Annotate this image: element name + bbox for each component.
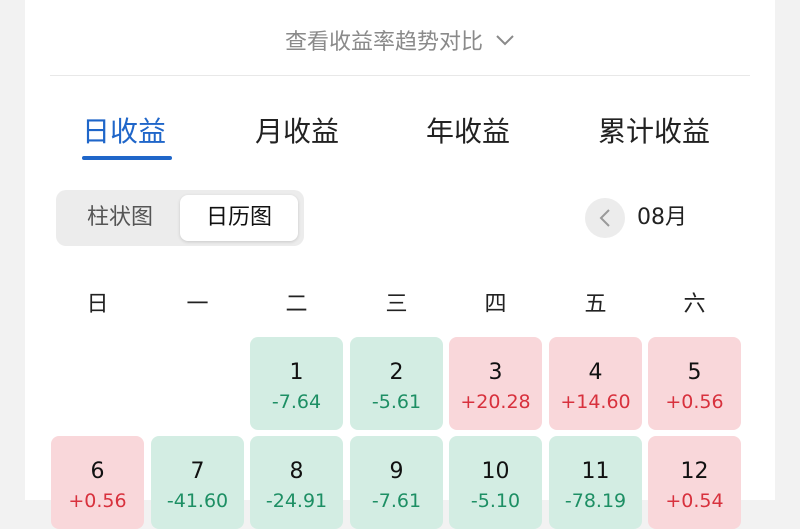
calendar-day-cell[interactable]: 3 +20.28	[449, 337, 542, 430]
day-number: 12	[680, 459, 709, 484]
daily-return-value: +14.60	[560, 391, 631, 413]
calendar-day-cell[interactable]: 7 -41.60	[151, 436, 244, 529]
day-number: 4	[588, 360, 603, 385]
chevron-left-icon	[599, 209, 610, 227]
day-number: 11	[581, 459, 610, 484]
calendar-day-cell[interactable]: 4 +14.60	[549, 337, 642, 430]
trend-compare-link[interactable]: 查看收益率趋势对比	[25, 22, 775, 58]
daily-return-value: +0.56	[68, 490, 127, 512]
tab-daily[interactable]: 日收益	[82, 108, 166, 156]
prev-month-button[interactable]	[585, 198, 625, 238]
calendar-day-cell[interactable]: 2 -5.61	[350, 337, 443, 430]
weekday-label: 四	[484, 292, 507, 317]
tab-cumulative[interactable]: 累计收益	[598, 108, 710, 156]
daily-return-value: -7.61	[371, 490, 422, 512]
calendar-day-cell[interactable]: 6 +0.56	[51, 436, 144, 529]
daily-return-value: +0.54	[665, 490, 724, 512]
daily-return-value: +0.56	[665, 391, 724, 413]
divider	[50, 75, 750, 76]
tab-yearly[interactable]: 年收益	[426, 108, 510, 156]
trend-compare-label: 查看收益率趋势对比	[284, 30, 483, 55]
day-number: 6	[90, 459, 105, 484]
daily-return-value: -5.10	[470, 490, 521, 512]
returns-card: 查看收益率趋势对比 日收益 月收益 年收益 累计收益 柱状图 日历图 08月 日…	[25, 0, 775, 529]
day-number: 2	[389, 360, 404, 385]
view-option-calendar[interactable]: 日历图	[180, 195, 298, 241]
weekday-label: 日	[86, 292, 109, 317]
calendar-day-cell[interactable]: 8 -24.91	[250, 436, 343, 529]
view-toggle: 柱状图 日历图	[56, 190, 304, 246]
weekday-label: 二	[285, 292, 308, 317]
calendar-day-cell[interactable]: 10 -5.10	[449, 436, 542, 529]
daily-return-value: -24.91	[265, 490, 328, 512]
day-number: 3	[488, 360, 503, 385]
tab-monthly[interactable]: 月收益	[255, 108, 339, 156]
calendar-day-cell[interactable]: 5 +0.56	[648, 337, 741, 430]
day-number: 10	[481, 459, 510, 484]
weekday-label: 六	[683, 292, 706, 317]
daily-return-value: -41.60	[166, 490, 229, 512]
day-number: 8	[289, 459, 304, 484]
day-number: 7	[190, 459, 205, 484]
view-option-bar-chart[interactable]: 柱状图	[62, 195, 178, 241]
day-number: 1	[289, 360, 304, 385]
current-month: 08月	[637, 205, 687, 230]
daily-return-value: -7.64	[271, 391, 322, 413]
chevron-down-icon	[496, 35, 514, 46]
calendar-day-cell[interactable]: 1 -7.64	[250, 337, 343, 430]
daily-return-value: -78.19	[564, 490, 627, 512]
calendar-day-cell[interactable]: 11 -78.19	[549, 436, 642, 529]
daily-return-value: -5.61	[371, 391, 422, 413]
weekday-label: 五	[584, 292, 607, 317]
active-tab-indicator	[82, 156, 172, 160]
day-number: 5	[687, 360, 702, 385]
weekday-label: 三	[385, 292, 408, 317]
calendar-day-cell[interactable]: 12 +0.54	[648, 436, 741, 529]
weekday-label: 一	[186, 292, 209, 317]
daily-return-value: +20.28	[460, 391, 531, 413]
day-number: 9	[389, 459, 404, 484]
calendar-day-cell[interactable]: 9 -7.61	[350, 436, 443, 529]
